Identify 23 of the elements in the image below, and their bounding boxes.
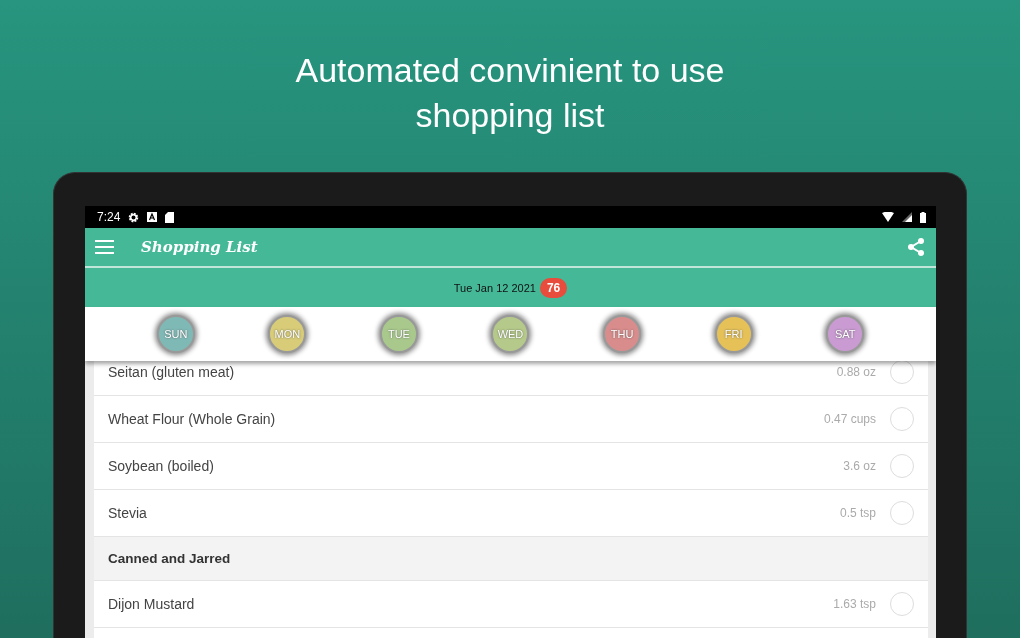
app-title: Shopping List <box>141 238 259 256</box>
day-button[interactable]: THU <box>603 315 642 353</box>
item-amount: 3.6 oz <box>843 459 876 473</box>
item-amount: 0.5 tsp <box>839 506 876 520</box>
day-button[interactable]: SAT <box>826 315 865 353</box>
day-button[interactable]: MON <box>268 315 307 353</box>
clock-time: 7:24 <box>97 210 121 224</box>
day-button[interactable]: FRI <box>714 315 753 353</box>
headline: Automated convinient to use shopping list <box>294 50 726 136</box>
day-button[interactable]: SUN <box>156 315 195 353</box>
day-button[interactable]: TUE <box>379 315 418 353</box>
count-badge: 76 <box>539 277 568 298</box>
item-name: Soybean (boiled) <box>108 458 215 474</box>
item-name: Stevia <box>108 505 148 521</box>
date-label: Tue Jan 12 2021 <box>453 281 536 294</box>
category-heading: Canned and Jarred <box>108 551 231 566</box>
item-name: Dijon Mustard <box>108 596 196 612</box>
day-button[interactable]: WED <box>491 315 530 353</box>
item-amount: 0.47 cups <box>823 412 876 426</box>
item-name: Seitan (gluten meat) <box>108 364 236 380</box>
item-name: Wheat Flour (Whole Grain) <box>108 411 277 427</box>
item-amount: 0.88 oz <box>836 365 876 379</box>
item-amount: 1.63 tsp <box>833 597 876 611</box>
